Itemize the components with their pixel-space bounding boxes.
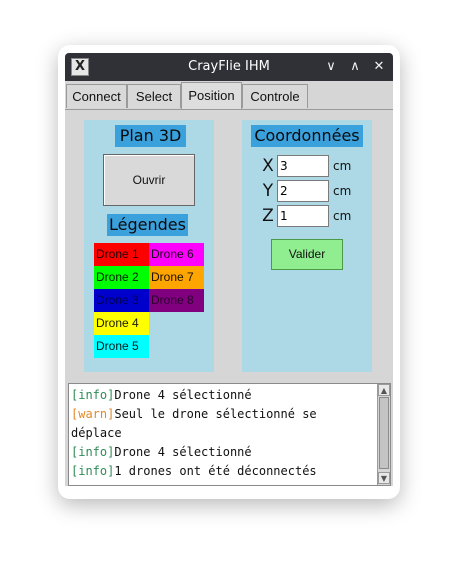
plan3d-panel: Plan 3D Ouvrir Légendes Drone 1 Drone 6 … (84, 120, 214, 372)
log-scrollbar[interactable]: ▲ ▼ (377, 384, 390, 485)
coords-heading: Coordonnées (251, 125, 363, 147)
close-icon[interactable]: ✕ (371, 59, 387, 75)
maximize-icon[interactable]: ∧ (347, 59, 363, 75)
validate-button[interactable]: Valider (271, 239, 343, 270)
tab-bar: Connect Select Position Controle (65, 81, 393, 109)
log-text: Drone 4 sélectionné (114, 445, 252, 459)
x-label: X (262, 156, 274, 176)
legend-drone-4: Drone 4 (94, 312, 149, 335)
scroll-up-icon[interactable]: ▲ (378, 384, 390, 396)
log-line: [warn]Seul le drone sélectionné se (71, 406, 317, 422)
x-unit: cm (333, 159, 352, 173)
log-line: [info]1 drones ont été déconnectés (71, 463, 317, 479)
legend-drone-7: Drone 7 (149, 266, 204, 289)
legend-drone-1: Drone 1 (94, 243, 149, 266)
y-input[interactable]: 2 (277, 180, 329, 202)
log-line: [info]Drone 4 sélectionné (71, 387, 252, 403)
log-console[interactable]: [info]Drone 4 sélectionné [warn]Seul le … (68, 383, 391, 486)
legend-drone-5: Drone 5 (94, 335, 149, 358)
minimize-icon[interactable]: ∨ (323, 59, 339, 75)
open-3d-button[interactable]: Ouvrir (103, 154, 195, 206)
y-label: Y (262, 181, 274, 201)
legend-drone-2: Drone 2 (94, 266, 149, 289)
log-line: [info]Drone 4 sélectionné (71, 444, 252, 460)
log-text: 1 drones ont été déconnectés (114, 464, 317, 478)
scroll-thumb[interactable] (379, 397, 389, 469)
title-bar[interactable]: X CrayFlie IHM ∨ ∧ ✕ (65, 53, 393, 81)
plan3d-heading: Plan 3D (115, 125, 186, 147)
z-label: Z (262, 206, 274, 226)
legend-drone-6: Drone 6 (149, 243, 204, 266)
log-level: [info] (71, 464, 115, 478)
tab-select[interactable]: Select (127, 84, 181, 108)
coords-panel: Coordonnées X 3 cm Y 2 cm Z 1 cm Valider (242, 120, 372, 372)
log-level: [warn] (71, 407, 115, 421)
log-text: Seul le drone sélectionné se (114, 407, 317, 421)
log-level: [info] (71, 388, 115, 402)
app-window: X CrayFlie IHM ∨ ∧ ✕ Connect Select Posi… (65, 53, 393, 486)
z-unit: cm (333, 209, 352, 223)
x-input[interactable]: 3 (277, 155, 329, 177)
legend-drone-3: Drone 3 (94, 289, 149, 312)
log-level: [info] (71, 445, 115, 459)
log-text: Drone 4 sélectionné (114, 388, 252, 402)
window-title: CrayFlie IHM (188, 59, 270, 74)
z-input[interactable]: 1 (277, 205, 329, 227)
scroll-down-icon[interactable]: ▼ (378, 472, 390, 484)
tab-position[interactable]: Position (181, 82, 242, 109)
log-text: déplace (71, 426, 122, 440)
tab-connect[interactable]: Connect (66, 84, 127, 108)
legend-heading: Légendes (107, 214, 188, 236)
y-unit: cm (333, 184, 352, 198)
log-line: déplace (71, 425, 122, 441)
position-page: Plan 3D Ouvrir Légendes Drone 1 Drone 6 … (65, 109, 393, 381)
tab-controle[interactable]: Controle (242, 84, 308, 108)
legend-drone-8: Drone 8 (149, 289, 204, 312)
